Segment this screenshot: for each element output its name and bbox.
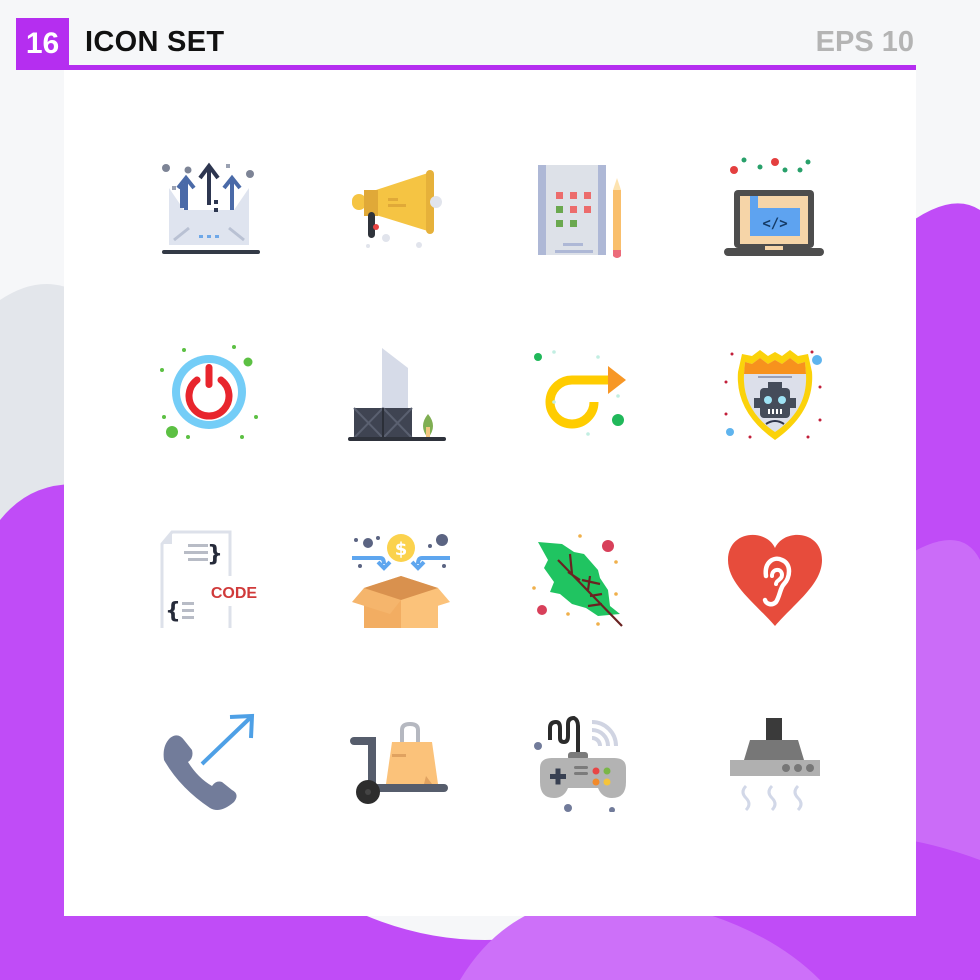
laptop-code-icon: </>: [720, 150, 830, 260]
page-title: ICON SET: [85, 26, 225, 58]
format-label: EPS 10: [815, 26, 914, 58]
code-document-icon: } CODE {: [154, 518, 264, 628]
icon-count-badge: 16: [16, 18, 69, 70]
dollar-label: $: [395, 539, 408, 560]
code-label: CODE: [211, 585, 258, 602]
icon-grid: </>} CODE {$: [64, 70, 916, 916]
megaphone-icon: [346, 150, 456, 260]
sketchbook-icon: [528, 150, 638, 260]
outgoing-call-icon: [154, 702, 264, 812]
shopping-trolley-icon: [346, 702, 456, 812]
email-upload-icon: [154, 150, 264, 260]
building-leaf-icon: [346, 332, 456, 442]
svg-text:{: {: [165, 599, 181, 624]
header: 16 ICON SET EPS 10: [16, 18, 916, 70]
gamepad-icon: [528, 702, 638, 812]
heart-ear-icon: [720, 518, 830, 628]
loop-arrow-icon: [528, 332, 638, 442]
power-button-icon: [154, 332, 264, 442]
robot-shield-icon: [720, 332, 830, 442]
box-money-icon: $: [346, 518, 456, 628]
leaf-icon: [528, 518, 638, 628]
kitchen-hood-icon: [720, 702, 830, 812]
svg-text:}: }: [207, 542, 223, 567]
svg-text:</>: </>: [762, 216, 787, 232]
